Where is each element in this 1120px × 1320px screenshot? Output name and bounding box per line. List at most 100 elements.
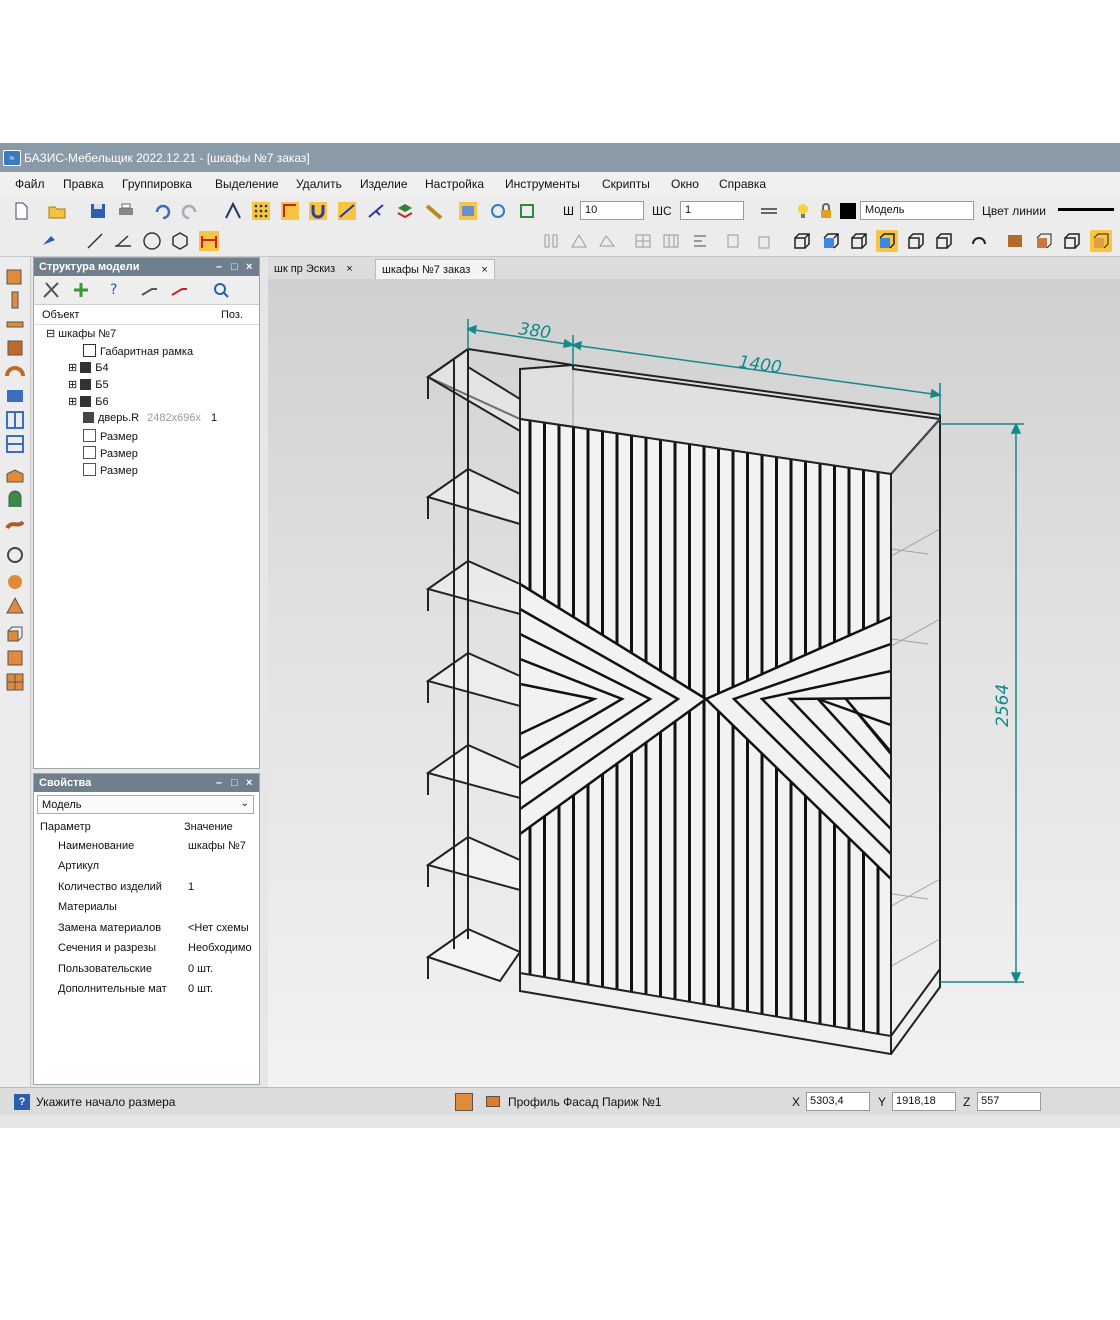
restore-icon[interactable]: □ xyxy=(231,258,238,276)
tree-item[interactable]: Габаритная рамка xyxy=(83,344,193,358)
menu-edit[interactable]: Правка xyxy=(63,177,104,191)
close-icon[interactable]: × xyxy=(246,774,252,792)
wardrobe-drawing[interactable]: 380 1400 2564 xyxy=(268,279,1120,1087)
undo-icon[interactable] xyxy=(151,200,173,222)
tree-item[interactable]: ⊞ Б6 xyxy=(68,395,109,408)
pointer-icon[interactable] xyxy=(38,230,60,252)
prop-row[interactable]: Материалы xyxy=(34,897,259,917)
lightbulb-icon[interactable] xyxy=(792,200,814,222)
measure-icon[interactable] xyxy=(423,200,445,222)
restore-icon[interactable]: □ xyxy=(231,774,238,792)
minimize-icon[interactable]: – xyxy=(216,774,222,792)
view-3d-icon[interactable] xyxy=(933,230,955,252)
menu-select[interactable]: Выделение xyxy=(215,177,279,191)
prop-row[interactable]: Сечения и разрезы Необходимо xyxy=(34,938,259,958)
render-shaded-icon[interactable] xyxy=(1090,230,1112,252)
lock-icon[interactable] xyxy=(815,200,837,222)
menu-tools[interactable]: Инструменты xyxy=(505,177,580,191)
open-folder-icon[interactable] xyxy=(46,200,68,222)
rotate-view-icon[interactable] xyxy=(487,200,509,222)
view-side-icon[interactable] xyxy=(905,230,927,252)
grid-cabinet-icon[interactable] xyxy=(4,671,26,693)
help-item-icon[interactable]: ? xyxy=(104,279,126,301)
cabinet-icon[interactable] xyxy=(4,647,26,669)
edit-panel-icon[interactable] xyxy=(457,200,479,222)
menu-file[interactable]: Файл xyxy=(15,177,45,191)
link-icon[interactable] xyxy=(138,279,160,301)
tree-item[interactable]: дверь.R 2482x696x 1 xyxy=(83,412,217,424)
paste-icon[interactable] xyxy=(752,230,774,252)
material-picker-icon[interactable] xyxy=(455,1093,473,1111)
snap-perpendicular-icon[interactable] xyxy=(365,200,387,222)
divider-horizontal-icon[interactable] xyxy=(4,433,26,455)
menu-product[interactable]: Изделие xyxy=(360,177,408,191)
prop-row[interactable]: Наименование шкафы №7 xyxy=(34,836,259,856)
door-icon[interactable] xyxy=(4,489,26,511)
transform-icon[interactable] xyxy=(596,230,618,252)
render-wood-icon[interactable] xyxy=(1004,230,1026,252)
tree-item[interactable]: Размер xyxy=(83,429,138,443)
fastener-icon[interactable] xyxy=(4,543,26,565)
menu-settings[interactable]: Настройка xyxy=(425,177,484,191)
view-front-icon[interactable] xyxy=(791,230,813,252)
snap-line-icon[interactable] xyxy=(336,200,358,222)
view-top-icon[interactable] xyxy=(848,230,870,252)
tab-order[interactable]: шкафы №7 заказ × xyxy=(375,259,495,280)
new-file-icon[interactable] xyxy=(10,200,32,222)
redo-icon[interactable] xyxy=(179,200,201,222)
mirror-icon[interactable] xyxy=(540,230,562,252)
snap-corner-icon[interactable] xyxy=(279,200,301,222)
add-item-icon[interactable] xyxy=(70,279,92,301)
prop-row[interactable]: Замена материалов <Нет схемы xyxy=(34,918,259,938)
prop-row[interactable]: Количество изделий 1 xyxy=(34,877,259,897)
tree-item[interactable]: ⊞ Б4 xyxy=(68,361,109,374)
render-solid-icon[interactable] xyxy=(1033,230,1055,252)
menu-window[interactable]: Окно xyxy=(671,177,699,191)
x-coordinate-field[interactable]: 5303,4 xyxy=(806,1092,870,1111)
remove-item-icon[interactable] xyxy=(168,279,190,301)
polygon-tool-icon[interactable] xyxy=(169,230,191,252)
line-tool-icon[interactable] xyxy=(84,230,106,252)
y-coordinate-field[interactable]: 1918,18 xyxy=(892,1092,956,1111)
panel-horizontal-icon[interactable] xyxy=(4,265,26,287)
close-tab-icon[interactable]: × xyxy=(346,263,352,275)
close-icon[interactable]: × xyxy=(246,258,252,276)
profile-icon[interactable] xyxy=(4,513,26,535)
layers-icon[interactable] xyxy=(394,200,416,222)
align-icon[interactable] xyxy=(689,230,711,252)
pyramid-icon[interactable] xyxy=(4,595,26,617)
tree-item[interactable]: Размер xyxy=(83,463,138,477)
tree-root[interactable]: ⊟ шкафы №7 xyxy=(46,327,116,340)
z-coordinate-field[interactable]: 557 xyxy=(977,1092,1041,1111)
layer-stack-icon[interactable] xyxy=(758,200,780,222)
save-icon[interactable] xyxy=(87,200,109,222)
prop-row[interactable]: Пользовательские 0 шт. xyxy=(34,959,259,979)
tree-item[interactable]: Размер xyxy=(83,446,138,460)
print-icon[interactable] xyxy=(115,200,137,222)
panel-front-icon[interactable] xyxy=(4,313,26,335)
insert-block-icon[interactable] xyxy=(516,200,538,222)
panel-back-icon[interactable] xyxy=(4,337,26,359)
circle-tool-icon[interactable] xyxy=(141,230,163,252)
tree-item[interactable]: ⊞ Б5 xyxy=(68,378,109,391)
menu-group[interactable]: Группировка xyxy=(122,177,192,191)
divider-vertical-icon[interactable] xyxy=(4,409,26,431)
drawer-icon[interactable] xyxy=(4,465,26,487)
line-width-select[interactable]: 10 xyxy=(580,201,644,220)
render-outline-icon[interactable] xyxy=(1061,230,1083,252)
curved-panel-icon[interactable] xyxy=(4,361,26,383)
dimension-tool-icon[interactable] xyxy=(198,230,220,252)
box-icon[interactable] xyxy=(4,623,26,645)
grid-array-icon[interactable] xyxy=(632,230,654,252)
array-icon[interactable] xyxy=(568,230,590,252)
model-viewport[interactable]: 380 1400 2564 xyxy=(268,279,1120,1087)
props-selector[interactable]: Модель ⌄ xyxy=(37,795,254,814)
magnet-icon[interactable] xyxy=(307,200,329,222)
panel-vertical-icon[interactable] xyxy=(4,289,26,311)
view-iso-icon[interactable] xyxy=(820,230,842,252)
angle-tool-icon[interactable] xyxy=(112,230,134,252)
prop-row[interactable]: Артикул xyxy=(34,856,259,876)
menu-help[interactable]: Справка xyxy=(719,177,766,191)
line-color-swatch[interactable] xyxy=(1058,208,1114,211)
tools-icon[interactable] xyxy=(40,279,62,301)
